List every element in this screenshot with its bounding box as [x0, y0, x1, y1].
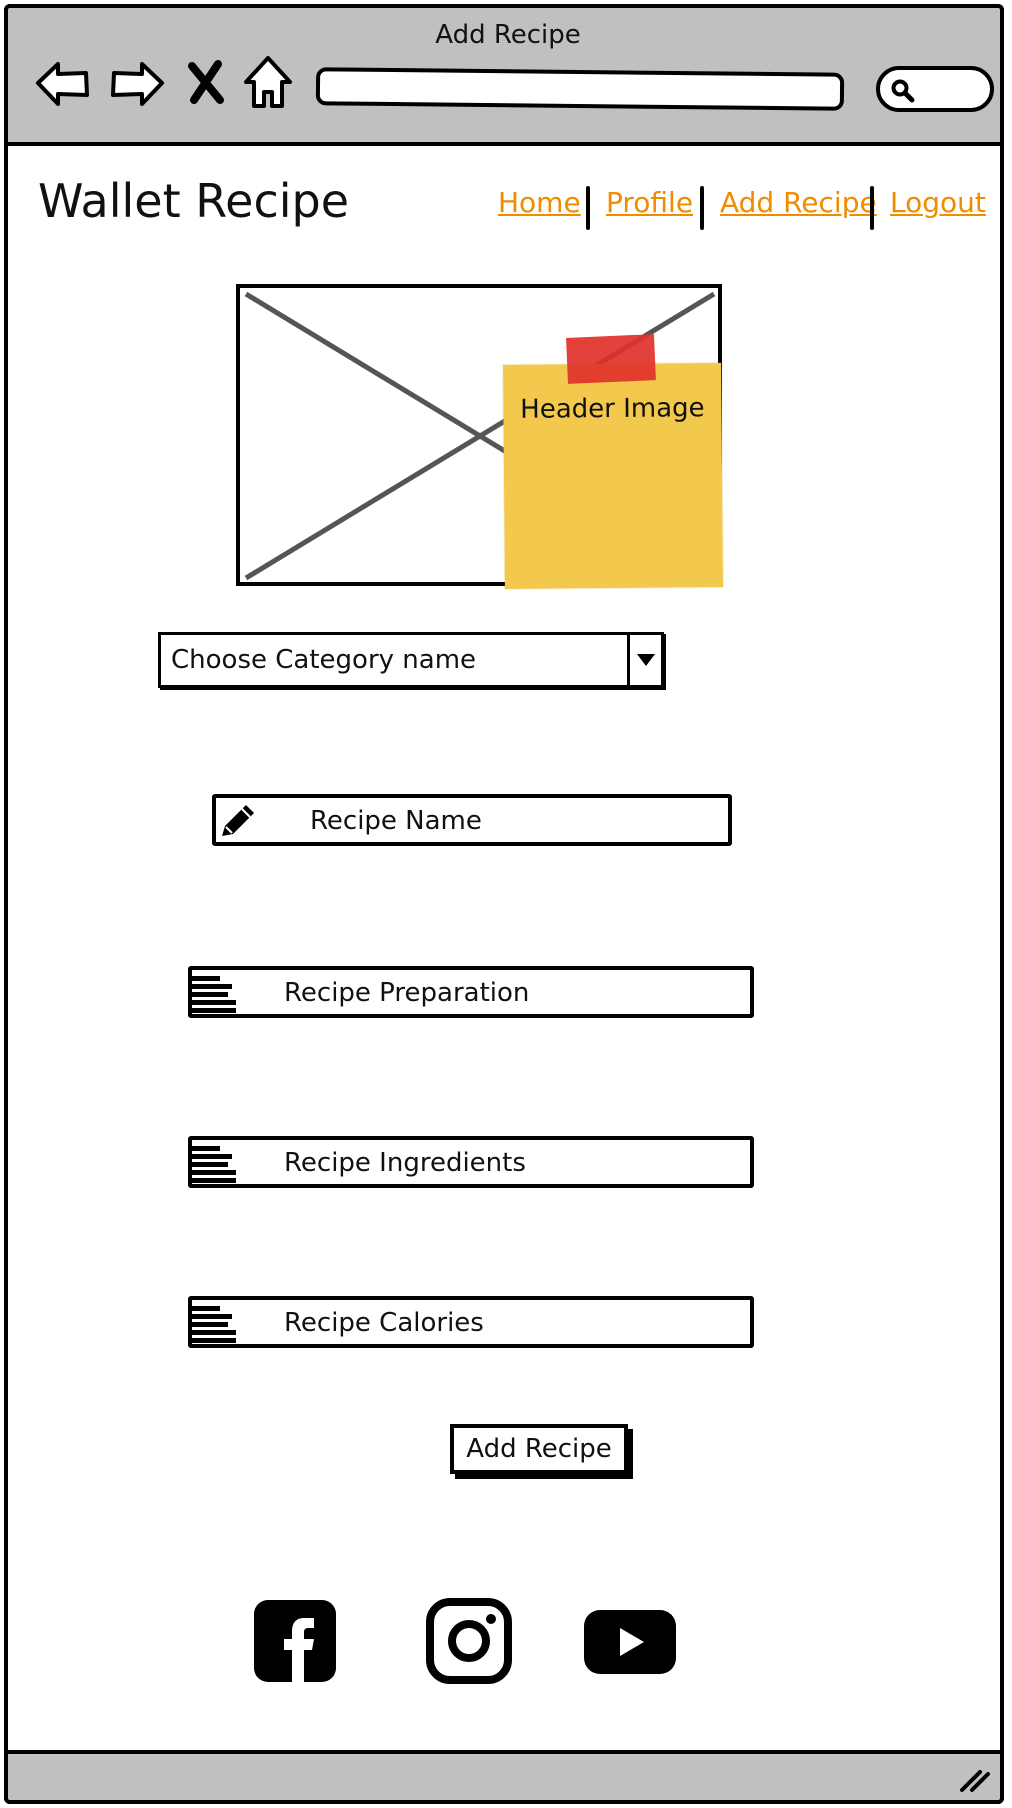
pencil-icon — [216, 800, 260, 842]
nav-divider — [586, 186, 590, 230]
close-icon[interactable] — [184, 54, 228, 112]
nav-link-logout[interactable]: Logout — [890, 186, 986, 219]
recipe-ingredients-placeholder: Recipe Ingredients — [284, 1148, 526, 1178]
category-select-value: Choose Category name — [171, 645, 477, 675]
url-bar[interactable] — [315, 67, 845, 111]
add-recipe-button[interactable]: Add Recipe — [450, 1424, 628, 1474]
facebook-icon[interactable] — [252, 1598, 338, 1684]
nav-link-home[interactable]: Home — [498, 186, 581, 219]
nav-link-add-recipe[interactable]: Add Recipe — [720, 186, 877, 219]
nav-link-profile[interactable]: Profile — [606, 186, 693, 219]
recipe-name-placeholder: Recipe Name — [310, 806, 482, 836]
app-title: Wallet Recipe — [38, 174, 350, 228]
recipe-preparation-placeholder: Recipe Preparation — [284, 978, 530, 1008]
sticky-note: Header Image — [503, 334, 723, 589]
sticky-note-text: Header Image — [520, 393, 705, 425]
recipe-name-field[interactable]: Recipe Name — [212, 794, 732, 846]
browser-toolbar: Add Recipe — [4, 4, 1004, 146]
tape-icon — [566, 334, 656, 384]
nav-divider — [870, 186, 874, 230]
instagram-icon[interactable] — [426, 1598, 512, 1684]
text-lines-icon — [192, 972, 236, 1014]
search-icon — [891, 79, 915, 103]
text-lines-icon — [192, 1142, 236, 1184]
browser-search-box[interactable] — [876, 66, 994, 112]
nav-divider — [700, 186, 704, 230]
status-bar — [4, 1750, 1004, 1804]
chevron-down-icon — [637, 654, 655, 666]
category-select[interactable]: Choose Category name — [158, 632, 664, 688]
resize-grip-icon[interactable] — [958, 1764, 992, 1794]
window-title: Add Recipe — [435, 20, 581, 50]
dropdown-toggle[interactable] — [627, 635, 661, 685]
recipe-calories-placeholder: Recipe Calories — [284, 1308, 484, 1338]
back-arrow-icon[interactable] — [34, 54, 92, 112]
recipe-ingredients-field[interactable]: Recipe Ingredients — [188, 1136, 754, 1188]
youtube-icon[interactable] — [582, 1598, 678, 1684]
text-lines-icon — [192, 1302, 236, 1344]
forward-arrow-icon[interactable] — [108, 54, 166, 112]
recipe-calories-field[interactable]: Recipe Calories — [188, 1296, 754, 1348]
home-icon[interactable] — [242, 54, 294, 112]
recipe-preparation-field[interactable]: Recipe Preparation — [188, 966, 754, 1018]
browser-window — [4, 4, 1004, 1804]
